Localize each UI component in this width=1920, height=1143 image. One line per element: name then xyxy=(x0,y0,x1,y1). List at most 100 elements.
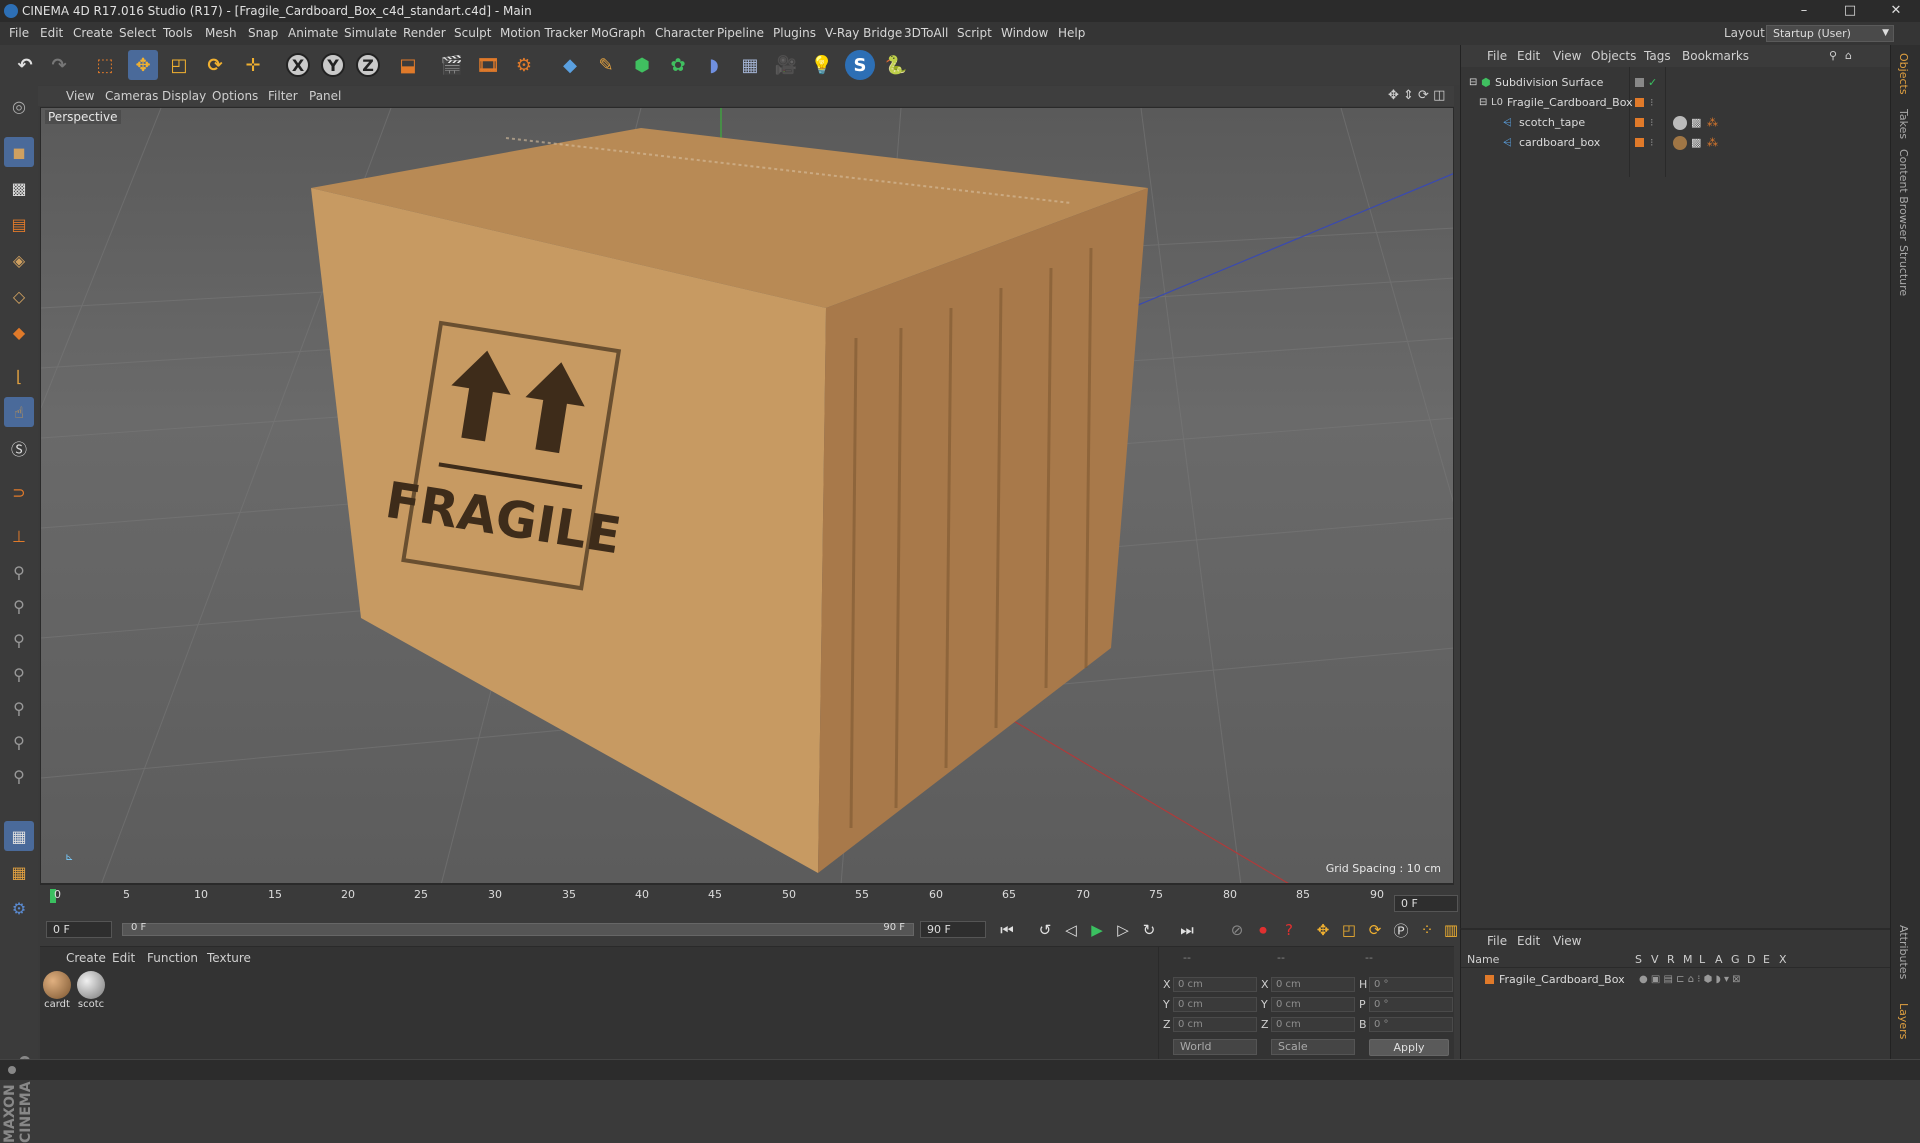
mograph-cloner-icon[interactable]: ✿ xyxy=(663,50,693,80)
layer-col-expressions[interactable]: E xyxy=(1763,952,1770,968)
brush-tool-icon-4[interactable]: ⚲ xyxy=(4,659,34,689)
tag-icon[interactable]: ⁂ xyxy=(1707,113,1718,133)
python-icon[interactable]: 🐍 xyxy=(881,50,911,80)
brush-tool-icon-1[interactable]: ⚲ xyxy=(4,557,34,587)
visibility-dots-icon[interactable]: ⁝ xyxy=(1650,113,1654,133)
object-menu-view[interactable]: View xyxy=(1553,45,1581,67)
motion-record-icon[interactable]: ⊘ xyxy=(1226,919,1248,941)
menu-help[interactable]: Help xyxy=(1058,22,1085,45)
object-row-fragile-cardboard-box[interactable]: ⊟ L0 Fragile_Cardboard_Box ⁝ xyxy=(1461,93,1891,113)
live-selection-icon[interactable]: ⬚ xyxy=(90,50,120,80)
floor-icon[interactable]: ▦ xyxy=(735,50,765,80)
current-frame-field[interactable]: 0 F xyxy=(1394,895,1458,912)
menu-select[interactable]: Select xyxy=(119,22,156,45)
go-to-start-icon[interactable]: ⏮ xyxy=(996,919,1018,941)
menu-create[interactable]: Create xyxy=(73,22,113,45)
menu-sculpt[interactable]: Sculpt xyxy=(454,22,491,45)
visibility-dots-icon[interactable]: ⁝ xyxy=(1650,93,1654,113)
menu-tools[interactable]: Tools xyxy=(163,22,193,45)
material-menu-function[interactable]: Function xyxy=(147,951,198,965)
workplane-mode-icon[interactable]: ▤ xyxy=(4,209,34,239)
layer-col-xref[interactable]: X xyxy=(1779,952,1787,968)
side-tab-structure[interactable]: Structure xyxy=(1897,245,1910,296)
previous-key-icon[interactable]: ↺ xyxy=(1034,919,1056,941)
previous-frame-icon[interactable]: ◁ xyxy=(1060,919,1082,941)
menu-script[interactable]: Script xyxy=(957,22,992,45)
layer-menu-edit[interactable]: Edit xyxy=(1517,934,1540,948)
layer-swatch[interactable] xyxy=(1635,78,1644,87)
layer-row[interactable]: Fragile_Cardboard_Box ● ▣ ▤ ⊏ ⌂ ⁝ ⬢ ◗ ▾ … xyxy=(1461,970,1891,990)
go-to-end-icon[interactable]: ⏭ xyxy=(1176,919,1198,941)
layer-col-view[interactable]: V xyxy=(1651,952,1659,968)
layout-dropdown[interactable]: Startup (User) ▼ xyxy=(1766,25,1894,42)
collapse-icon[interactable]: ⊟ xyxy=(1479,93,1487,113)
size-x-field[interactable]: 0 cm xyxy=(1271,977,1355,992)
texture-tag-icon[interactable]: ▩ xyxy=(1691,113,1701,133)
axis-lock-icon[interactable]: ⊥ xyxy=(4,521,34,551)
side-tab-content-browser[interactable]: Content Browser xyxy=(1897,149,1910,241)
menu-snap[interactable]: Snap xyxy=(248,22,278,45)
layer-col-deformers[interactable]: D xyxy=(1747,952,1755,968)
make-editable-icon[interactable]: ◎ xyxy=(4,91,34,121)
side-tab-objects[interactable]: Objects xyxy=(1897,53,1910,95)
size-y-field[interactable]: 0 cm xyxy=(1271,997,1355,1012)
move-tool-icon[interactable]: ✥ xyxy=(128,50,158,80)
layer-toggle-icons[interactable]: ● ▣ ▤ ⊏ ⌂ ⁝ ⬢ ◗ ▾ ⊠ xyxy=(1639,970,1741,990)
redo-icon[interactable]: ↷ xyxy=(44,50,74,80)
key-position-icon[interactable]: ✥ xyxy=(1312,919,1334,941)
minimize-button[interactable]: – xyxy=(1784,0,1824,22)
texture-mode-icon[interactable]: ▩ xyxy=(4,173,34,203)
undo-icon[interactable]: ↶ xyxy=(10,50,40,80)
menu-vray-bridge[interactable]: V-Ray Bridge xyxy=(825,22,902,45)
layer-color-swatch[interactable] xyxy=(1485,975,1494,984)
close-button[interactable]: ✕ xyxy=(1876,0,1916,22)
maximize-button[interactable]: □ xyxy=(1830,0,1870,22)
material-tag-icon[interactable] xyxy=(1673,116,1687,130)
menu-mograph[interactable]: MoGraph xyxy=(591,22,646,45)
object-menu-bookmarks[interactable]: Bookmarks xyxy=(1682,45,1749,67)
menu-animate[interactable]: Animate xyxy=(288,22,338,45)
3d-viewport[interactable]: FRAGILE Perspective ⊾ Grid Spacing : 10 … xyxy=(40,107,1454,884)
points-mode-icon[interactable]: ◈ xyxy=(4,245,34,275)
rotation-h-field[interactable]: 0 ° xyxy=(1369,977,1453,992)
camera-icon[interactable]: 🎥 xyxy=(771,50,801,80)
frame-range-slider[interactable]: 0 F 90 F xyxy=(122,922,914,936)
timeline-ruler[interactable]: 0 5 10 15 20 25 30 35 40 45 50 55 60 65 … xyxy=(40,884,1454,914)
rotation-p-field[interactable]: 0 ° xyxy=(1369,997,1453,1012)
object-row-cardboard-box[interactable]: ⩤ cardboard_box ⁝ ▩ ⁂ xyxy=(1461,133,1891,153)
tag-icon[interactable]: ⁂ xyxy=(1707,133,1718,153)
object-menu-objects[interactable]: Objects xyxy=(1591,45,1636,67)
z-axis-lock-button[interactable]: Z xyxy=(353,50,383,80)
material-tag-icon[interactable] xyxy=(1673,136,1687,150)
layer-menu-view[interactable]: View xyxy=(1553,934,1581,948)
menu-character[interactable]: Character xyxy=(655,22,714,45)
menu-plugins[interactable]: Plugins xyxy=(773,22,816,45)
python-script-icon[interactable]: ⚙ xyxy=(4,893,34,923)
menu-motion-tracker[interactable]: Motion Tracker xyxy=(500,22,588,45)
key-rotation-icon[interactable]: ⟳ xyxy=(1364,919,1386,941)
menu-mesh[interactable]: Mesh xyxy=(205,22,237,45)
material-menu-edit[interactable]: Edit xyxy=(112,951,135,965)
menu-3dtoall[interactable]: 3DToAll xyxy=(904,22,948,45)
light-icon[interactable]: 💡 xyxy=(807,50,837,80)
layer-col-animation[interactable]: A xyxy=(1715,952,1723,968)
viewport-menu-panel[interactable]: Panel xyxy=(309,86,341,106)
object-menu-file[interactable]: File xyxy=(1487,45,1507,67)
rotation-b-field[interactable]: 0 ° xyxy=(1369,1017,1453,1032)
rotate-tool-icon[interactable]: ⟳ xyxy=(200,50,230,80)
viewport-menu-options[interactable]: Options xyxy=(212,86,258,106)
render-settings-icon[interactable]: ⚙ xyxy=(509,50,539,80)
workplane-lock-icon[interactable]: ▦ xyxy=(4,857,34,887)
coordinate-mode-dropdown[interactable]: World xyxy=(1173,1039,1257,1055)
record-keys-icon[interactable]: ⏺ xyxy=(1252,919,1274,941)
menu-edit[interactable]: Edit xyxy=(40,22,63,45)
position-y-field[interactable]: 0 cm xyxy=(1173,997,1257,1012)
material-menu-texture[interactable]: Texture xyxy=(207,951,251,965)
home-icon[interactable]: ⌂ xyxy=(1845,45,1852,67)
render-picture-viewer-icon[interactable]: 🎞 xyxy=(473,50,503,80)
material-swatch[interactable]: cardt xyxy=(42,971,72,1015)
x-axis-lock-button[interactable]: X xyxy=(283,50,313,80)
brush-tool-icon-3[interactable]: ⚲ xyxy=(4,625,34,655)
layer-col-render[interactable]: R xyxy=(1667,952,1675,968)
viewport-camera-label[interactable]: Perspective xyxy=(45,110,121,124)
